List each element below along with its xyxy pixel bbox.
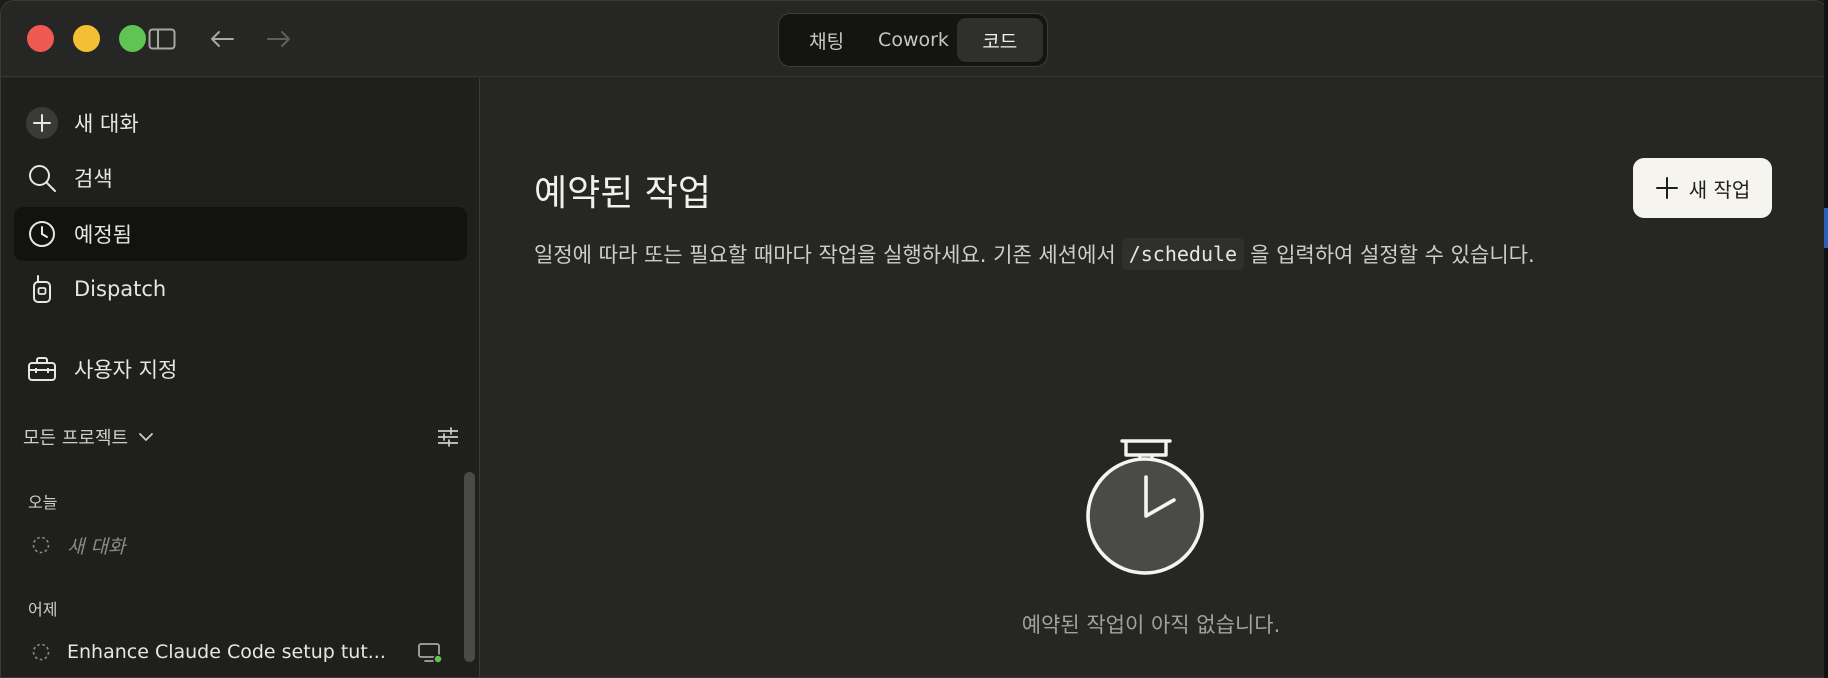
tab-cowork[interactable]: Cowork bbox=[870, 18, 956, 62]
plus-icon bbox=[1655, 176, 1679, 200]
schedule-command-code: /schedule bbox=[1121, 238, 1245, 270]
new-task-label: 새 작업 bbox=[1688, 177, 1751, 202]
projects-filter-label: 모든 프로젝트 bbox=[23, 428, 129, 449]
tab-code[interactable]: 코드 bbox=[956, 18, 1043, 62]
title-bar: 채팅 Cowork 코드 bbox=[1, 1, 1827, 77]
plus-circle-icon bbox=[14, 106, 70, 140]
page-title: 예약된 작업 bbox=[534, 173, 712, 214]
projects-filter[interactable]: 모든 프로젝트 bbox=[23, 422, 463, 452]
sliders-icon[interactable] bbox=[433, 422, 463, 452]
sidebar-item-label: 새 대화 bbox=[74, 112, 139, 136]
sidebar-toggle-icon[interactable] bbox=[146, 23, 178, 55]
sidebar-item-customize[interactable]: 사용자 지정 bbox=[14, 342, 467, 396]
forward-arrow-icon[interactable] bbox=[263, 23, 295, 55]
sidebar: 새 대화 검색 예정됨 Dispatch 사용자 지정 모든 프로젝트 오늘 새… bbox=[1, 78, 480, 677]
description-text-end: 을 입력하여 설정할 수 있습니다. bbox=[1250, 243, 1535, 267]
minimize-window-button[interactable] bbox=[73, 25, 100, 52]
sidebar-item-label: 사용자 지정 bbox=[74, 358, 178, 382]
window-edge bbox=[1824, 0, 1828, 678]
mode-switcher: 채팅 Cowork 코드 bbox=[778, 13, 1048, 67]
empty-state-text: 예약된 작업이 아직 없습니다. bbox=[1021, 613, 1281, 637]
search-icon bbox=[14, 163, 70, 193]
sidebar-scrollbar[interactable] bbox=[464, 472, 475, 662]
toolbox-icon bbox=[14, 356, 70, 382]
sidebar-item-search[interactable]: 검색 bbox=[14, 151, 467, 205]
description-text: 일정에 따라 또는 필요할 때마다 작업을 실행하세요. 기존 세션에서 bbox=[534, 243, 1116, 267]
zoom-window-button[interactable] bbox=[119, 25, 146, 52]
close-window-button[interactable] bbox=[27, 25, 54, 52]
session-spinner-icon bbox=[23, 536, 59, 554]
walkie-talkie-icon bbox=[14, 274, 70, 304]
conversation-title: Enhance Claude Code setup tut... bbox=[67, 641, 386, 663]
group-label-yesterday: 어제 bbox=[28, 600, 58, 619]
sidebar-item-label: 예정됨 bbox=[74, 223, 132, 247]
list-item[interactable]: 새 대화 bbox=[23, 528, 443, 562]
group-label-today: 오늘 bbox=[28, 493, 58, 512]
list-item[interactable]: Enhance Claude Code setup tut... bbox=[23, 635, 443, 669]
session-spinner-icon bbox=[23, 643, 59, 661]
conversation-title: 새 대화 bbox=[67, 535, 126, 558]
tab-chat[interactable]: 채팅 bbox=[783, 18, 870, 62]
monitor-status-icon bbox=[417, 642, 443, 668]
new-task-button[interactable]: 새 작업 bbox=[1633, 158, 1772, 218]
back-arrow-icon[interactable] bbox=[206, 23, 238, 55]
sidebar-item-label: Dispatch bbox=[74, 277, 167, 301]
sidebar-item-dispatch[interactable]: Dispatch bbox=[14, 262, 467, 316]
sidebar-item-new-chat[interactable]: 새 대화 bbox=[14, 96, 467, 150]
stopwatch-icon bbox=[1086, 439, 1204, 575]
page-description: 일정에 따라 또는 필요할 때마다 작업을 실행하세요. 기존 세션에서 /sc… bbox=[534, 238, 1535, 270]
sidebar-item-scheduled[interactable]: 예정됨 bbox=[14, 207, 467, 261]
main-content: 예약된 작업 새 작업 일정에 따라 또는 필요할 때마다 작업을 실행하세요.… bbox=[481, 78, 1825, 677]
clock-icon bbox=[14, 220, 70, 248]
sidebar-item-label: 검색 bbox=[74, 167, 113, 191]
app-window: 채팅 Cowork 코드 새 대화 검색 예정됨 Dispatch 사용자 지정… bbox=[0, 0, 1828, 678]
chevron-down-icon bbox=[138, 432, 154, 442]
